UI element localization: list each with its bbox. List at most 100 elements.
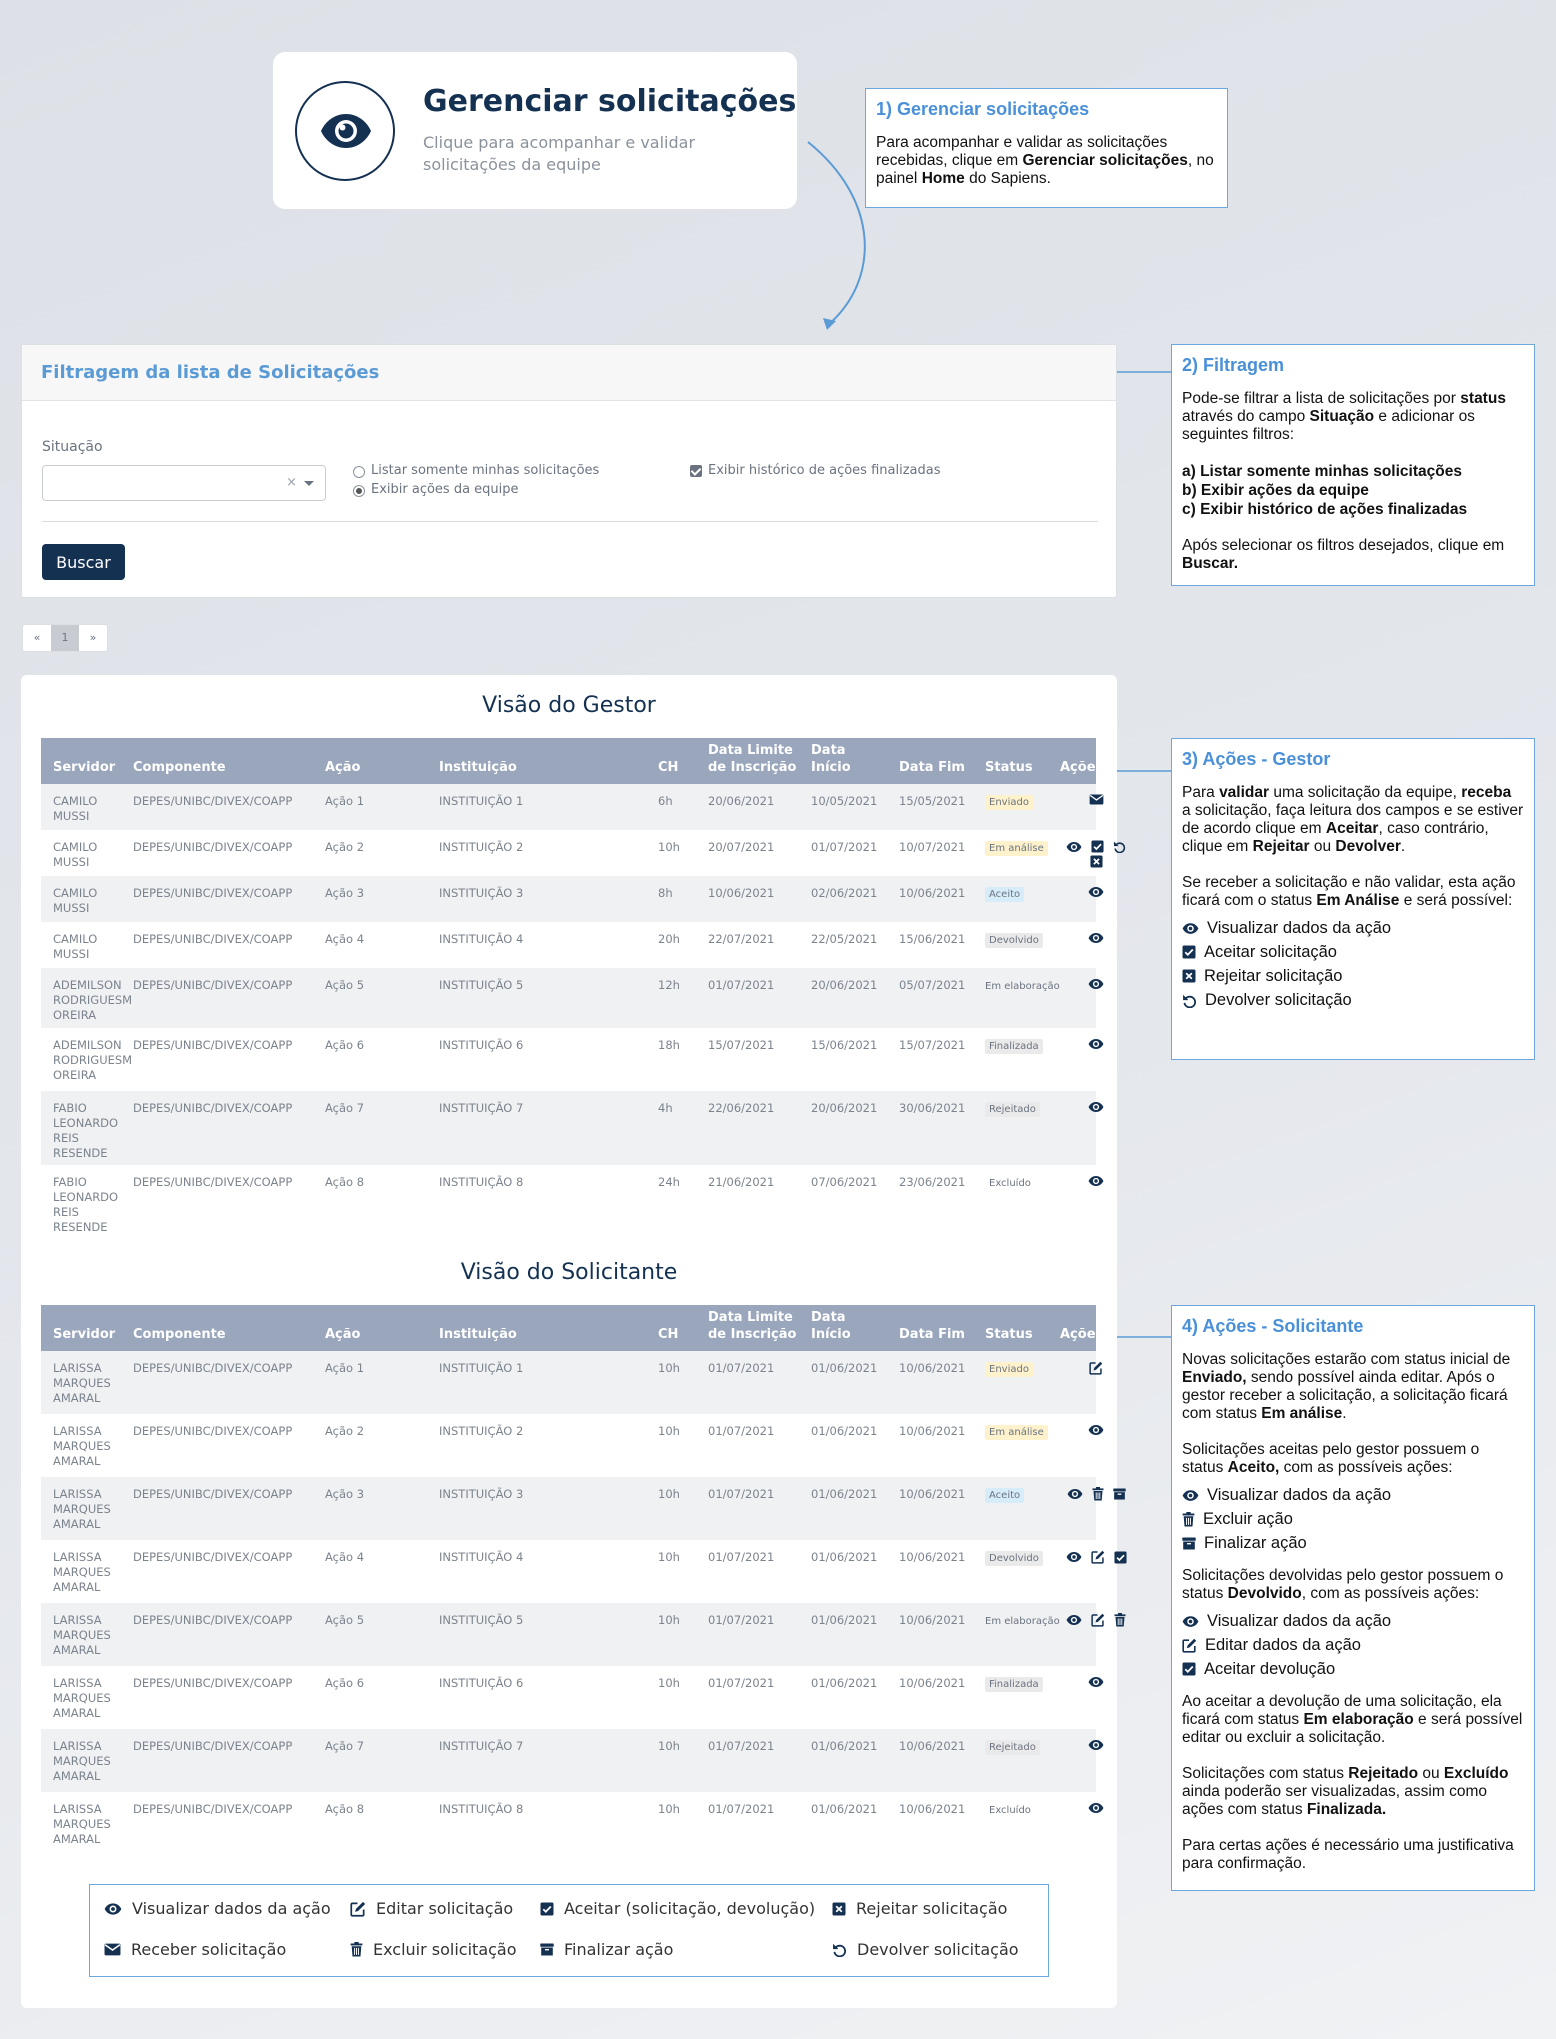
cell-acoes [1060,1666,1096,1729]
eye-icon[interactable] [1088,978,1104,990]
checkbox-historico-label: Exibir histórico de ações finalizadas [708,463,941,478]
eye-icon[interactable] [1088,1676,1104,1688]
eye-icon[interactable] [1088,1038,1104,1050]
cell-componente: DEPES/UNIBC/DIVEX/COAPP [121,968,313,1028]
status-badge: Enviado [985,1362,1033,1377]
column-header[interactable]: Servidor [41,738,121,784]
cell-inicio: 20/06/2021 [799,1091,887,1165]
archive-icon[interactable] [1113,1488,1126,1500]
column-header[interactable]: Data Fim [887,1305,973,1351]
radio-equipe[interactable] [353,485,365,497]
envelope-icon[interactable] [1089,794,1104,805]
column-header[interactable]: Componente [121,738,313,784]
annotation-box-gestor: 3) Ações - Gestor Para validar uma solic… [1171,738,1535,1060]
status-badge: Finalizada [985,1039,1043,1054]
pagination: « 1 » [22,624,108,652]
buscar-button[interactable]: Buscar [42,544,125,580]
column-header[interactable]: Data Fim [887,738,973,784]
envelope-icon [104,1943,121,1956]
cell-instituicao: INSTITUIÇÃO 3 [427,1477,646,1540]
cell-limite: 01/07/2021 [696,1729,799,1792]
column-header[interactable]: Ação [313,738,427,784]
column-header[interactable]: Instituição [427,738,646,784]
eye-icon[interactable] [1088,1802,1104,1814]
column-header[interactable]: Data Início [799,1305,887,1351]
x-square-icon[interactable] [1090,855,1103,868]
column-header[interactable]: Data Limite de Inscrição [696,738,799,784]
cell-instituicao: INSTITUIÇÃO 1 [427,784,646,830]
eye-icon[interactable] [1088,1175,1104,1187]
pagination-prev[interactable]: « [23,625,51,651]
checkbox-historico[interactable] [690,465,702,477]
edit-icon [350,1901,366,1917]
check-square-icon[interactable] [1091,840,1104,853]
cell-fim: 15/05/2021 [887,784,973,830]
cell-acoes [1060,1540,1096,1603]
check-square-icon [1182,1662,1196,1676]
edit-icon[interactable] [1089,1361,1103,1375]
cell-acoes [1060,1603,1096,1666]
column-header[interactable]: CH [646,1305,696,1351]
situacao-select[interactable]: × [42,465,326,501]
eye-icon[interactable] [1066,841,1082,853]
eye-icon[interactable] [1066,1614,1082,1626]
eye-icon[interactable] [1088,886,1104,898]
cell-componente: DEPES/UNIBC/DIVEX/COAPP [121,1351,313,1414]
cell-status: Enviado [973,1351,1060,1414]
cell-ch: 10h [646,1792,696,1855]
trash-icon[interactable] [1092,1487,1104,1501]
eye-icon[interactable] [1088,1739,1104,1751]
column-header[interactable]: Data Limite de Inscrição [696,1305,799,1351]
list-item: Visualizar dados da ação [1182,1483,1524,1507]
gerenciar-solicitacoes-card[interactable]: Gerenciar solicitações Clique para acomp… [273,52,797,209]
column-header[interactable]: Ações [1060,1305,1103,1351]
pagination-next[interactable]: » [79,625,107,651]
table-row: ADEMILSON RODRIGUESM OREIRA DEPES/UNIBC/D… [41,1028,1096,1091]
annotation-text: Pode-se filtrar a lista de solicitações … [1182,390,1506,443]
cell-limite: 01/07/2021 [696,1351,799,1414]
solicitante-title: Visão do Solicitante [460,1260,678,1285]
table-row: LARISSA MARQUES AMARAL DEPES/UNIBC/DIVEX/… [41,1603,1096,1666]
eye-icon[interactable] [1088,1101,1104,1113]
table-row: LARISSA MARQUES AMARAL DEPES/UNIBC/DIVEX/… [41,1540,1096,1603]
eye-icon[interactable] [1088,932,1104,944]
annotation-title: 4) Ações - Solicitante [1182,1316,1364,1336]
column-header[interactable]: Servidor [41,1305,121,1351]
cell-servidor: ADEMILSON RODRIGUESM OREIRA [41,1028,132,1091]
clear-icon[interactable]: × [286,475,297,490]
list-item: Aceitar solicitação [1182,940,1524,964]
cell-servidor: CAMILO MUSSI [41,922,121,968]
column-header[interactable]: Ações [1060,738,1103,784]
undo-icon[interactable] [1113,840,1126,853]
eye-icon[interactable] [1066,1551,1082,1563]
trash-icon[interactable] [1114,1613,1126,1627]
cell-instituicao: INSTITUIÇÃO 5 [427,968,646,1028]
cell-inicio: 01/06/2021 [799,1414,887,1477]
check-square-icon [1182,945,1196,959]
check-square-icon[interactable] [1114,1551,1127,1564]
eye-icon[interactable] [1088,1424,1104,1436]
edit-icon[interactable] [1091,1550,1105,1564]
cell-acoes [1060,876,1096,922]
eye-icon[interactable] [1067,1488,1083,1500]
edit-icon[interactable] [1091,1613,1105,1627]
column-header[interactable]: Instituição [427,1305,646,1351]
column-header[interactable]: Ação [313,1305,427,1351]
column-header[interactable]: CH [646,738,696,784]
column-header[interactable]: Data Início [799,738,887,784]
column-header[interactable]: Componente [121,1305,313,1351]
cell-inicio: 20/06/2021 [799,968,887,1028]
radio-minhas-label: Listar somente minhas solicitações [371,463,600,478]
column-header[interactable]: Status [973,1305,1060,1351]
cell-componente: DEPES/UNIBC/DIVEX/COAPP [121,922,313,968]
column-header[interactable]: Status [973,738,1060,784]
radio-minhas[interactable] [353,466,365,478]
cell-servidor: LARISSA MARQUES AMARAL [41,1351,121,1414]
cell-fim: 10/06/2021 [887,1351,973,1414]
cell-servidor: LARISSA MARQUES AMARAL [41,1414,121,1477]
cell-ch: 20h [646,922,696,968]
x-square-icon [1182,969,1196,983]
pagination-page[interactable]: 1 [51,625,79,651]
cell-ch: 18h [646,1028,696,1091]
cell-componente: DEPES/UNIBC/DIVEX/COAPP [121,1540,313,1603]
